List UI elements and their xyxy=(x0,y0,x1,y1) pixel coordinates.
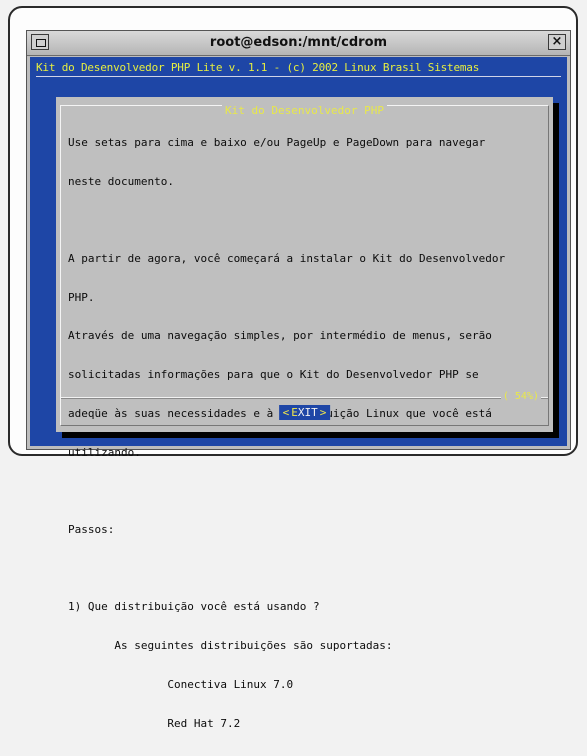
button-separator-shadow xyxy=(61,398,548,399)
backtitle: Kit do Desenvolvedor PHP Lite v. 1.1 - (… xyxy=(36,61,480,74)
text-line: Red Hat 7.2 xyxy=(68,716,241,730)
text-line xyxy=(68,563,538,576)
text-line: Use setas para cima e baixo e/ou PageUp … xyxy=(68,135,486,149)
close-icon[interactable]: × xyxy=(548,34,566,50)
exit-right-bracket: > xyxy=(319,406,327,419)
text-line: As seguintes distribuições são suportada… xyxy=(68,639,393,653)
backtitle-divider xyxy=(36,76,561,77)
text-line xyxy=(68,214,538,227)
text-line: 1) Que distribuição você está usando ? xyxy=(68,600,320,614)
title-bar[interactable]: root@edson:/mnt/cdrom × xyxy=(27,31,570,56)
textbox-dialog: Kit do Desenvolvedor PHP Use setas para … xyxy=(56,97,553,729)
text-line: neste documento. xyxy=(68,174,174,188)
text-line: A partir de agora, você começará a insta… xyxy=(68,251,506,265)
text-line xyxy=(68,485,538,498)
dialog-text[interactable]: Use setas para cima e baixo e/ou PageUp … xyxy=(68,111,538,756)
text-line: Conectiva Linux 7.0 xyxy=(68,677,294,691)
text-line: PHP. xyxy=(68,290,95,304)
scroll-percent: ( 54%) xyxy=(500,391,541,402)
terminal-window: root@edson:/mnt/cdrom × Kit do Desenvolv… xyxy=(26,30,571,729)
exit-button[interactable]: < EXIT > xyxy=(278,405,331,420)
window-title: root@edson:/mnt/cdrom xyxy=(209,35,388,50)
text-line: solicitadas informações para que o Kit d… xyxy=(68,368,479,382)
exit-label: XIT xyxy=(297,406,318,419)
exit-left-bracket: < xyxy=(282,406,290,419)
terminal-screen[interactable]: Kit do Desenvolvedor PHP Lite v. 1.1 - (… xyxy=(30,57,567,729)
text-line: utilizando. xyxy=(68,445,141,459)
text-line: Passos: xyxy=(68,523,115,536)
text-line: Através de uma navegação simples, por in… xyxy=(68,329,492,343)
